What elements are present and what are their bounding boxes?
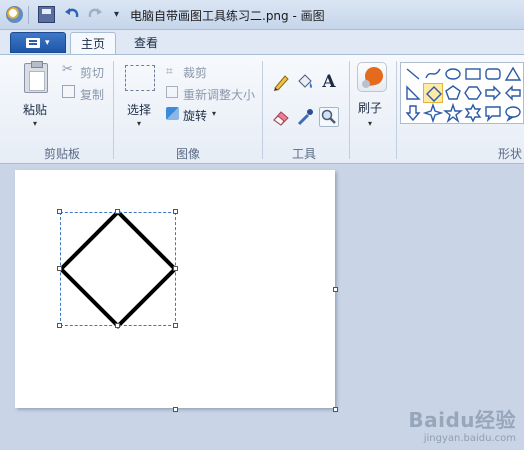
paste-dropdown-icon[interactable]: ▾: [33, 119, 37, 128]
resize-icon: [166, 86, 178, 98]
redo-icon[interactable]: [86, 6, 103, 23]
oval-icon[interactable]: [443, 64, 463, 84]
brushes-dropdown-icon[interactable]: ▾: [368, 119, 372, 128]
right-arrow-icon[interactable]: [483, 83, 503, 103]
select-icon[interactable]: [125, 65, 155, 91]
down-arrow-icon[interactable]: [403, 103, 423, 123]
right-triangle-icon[interactable]: [403, 83, 423, 103]
shape-handle-bottom-right[interactable]: [173, 323, 178, 328]
window-title: 电脑自带画图工具练习二.png - 画图: [130, 9, 325, 23]
callout-icon[interactable]: [483, 103, 503, 123]
four-point-star-icon[interactable]: [422, 102, 444, 124]
line-icon[interactable]: [403, 64, 423, 84]
five-point-star-icon[interactable]: [443, 102, 463, 124]
group-divider: [262, 61, 263, 159]
shape-handle-top-left[interactable]: [57, 209, 62, 214]
file-menu-button[interactable]: ▾: [10, 32, 66, 53]
pentagon-icon[interactable]: [443, 83, 463, 103]
shapes-group-label: 形状: [498, 147, 523, 161]
shapes-gallery: [400, 62, 524, 124]
canvas-resize-handle-bottom[interactable]: [173, 407, 178, 412]
shape-handle-bottom[interactable]: [115, 323, 120, 328]
group-divider: [349, 61, 350, 159]
text-icon[interactable]: A: [319, 72, 339, 92]
watermark-logo: Baidu经验: [408, 408, 516, 432]
clipboard-group-label: 剪贴板: [44, 147, 81, 161]
crop-icon: ⌗: [166, 64, 173, 78]
app-icon[interactable]: [6, 6, 23, 23]
left-arrow-icon[interactable]: [503, 83, 523, 103]
rotate-icon: [166, 107, 179, 120]
tab-home[interactable]: 主页: [70, 32, 116, 55]
eraser-icon[interactable]: [271, 107, 291, 127]
rounded-rect-icon[interactable]: [483, 64, 503, 84]
shape-handle-left[interactable]: [57, 266, 62, 271]
hexagon-icon[interactable]: [463, 83, 483, 103]
diamond-icon[interactable]: [423, 83, 443, 103]
oval-callout-icon[interactable]: [503, 103, 523, 123]
chevron-down-icon: ▾: [45, 38, 50, 48]
title-bar: ▾ 电脑自带画图工具练习二.png - 画图: [0, 0, 524, 30]
brushes-button[interactable]: 刷子: [358, 99, 382, 116]
resize-button[interactable]: 重新调整大小: [183, 86, 255, 103]
fill-icon[interactable]: [295, 72, 315, 92]
shape-handle-top[interactable]: [115, 209, 120, 214]
color-picker-icon[interactable]: [295, 107, 315, 127]
canvas-resize-handle-right[interactable]: [333, 287, 338, 292]
tab-view[interactable]: 查看: [124, 32, 168, 55]
select-button[interactable]: 选择: [127, 101, 151, 118]
rotate-button[interactable]: 旋转: [183, 107, 207, 124]
rectangle-icon[interactable]: [463, 64, 483, 84]
watermark-url: jingyan.baidu.com: [423, 433, 516, 444]
image-group-label: 图像: [176, 147, 201, 161]
save-icon[interactable]: [38, 6, 55, 23]
rotate-dropdown-icon[interactable]: ▾: [212, 109, 216, 118]
cut-icon: ✂: [62, 62, 73, 77]
undo-icon[interactable]: [64, 6, 81, 23]
curve-icon[interactable]: [423, 64, 443, 84]
customize-quick-access-icon[interactable]: ▾: [108, 6, 125, 23]
titlebar-separator: [28, 6, 29, 24]
watermark: Baidu经验 jingyan.baidu.com: [408, 404, 516, 444]
crop-button[interactable]: 裁剪: [183, 64, 207, 81]
menu-icon: [26, 38, 40, 48]
copy-icon: [62, 85, 75, 98]
shape-handle-bottom-left[interactable]: [57, 323, 62, 328]
shape-handle-top-right[interactable]: [173, 209, 178, 214]
magnifier-icon[interactable]: [319, 107, 339, 127]
shape-handle-right[interactable]: [173, 266, 178, 271]
shape-selection-box: [60, 212, 176, 326]
group-divider: [396, 61, 397, 159]
brush-icon[interactable]: [357, 62, 387, 92]
pencil-icon[interactable]: [271, 72, 291, 92]
canvas-resize-handle-corner[interactable]: [333, 407, 338, 412]
tools-group-label: 工具: [292, 147, 317, 161]
ribbon-tabs: ▾ 主页 查看: [0, 30, 524, 55]
paste-button[interactable]: 粘贴: [23, 101, 47, 118]
group-divider: [113, 61, 114, 159]
paste-icon[interactable]: [24, 61, 48, 93]
six-point-star-icon[interactable]: [463, 103, 483, 123]
select-dropdown-icon[interactable]: ▾: [137, 119, 141, 128]
copy-button[interactable]: 复制: [80, 86, 104, 103]
cut-button[interactable]: 剪切: [80, 64, 104, 81]
triangle-icon[interactable]: [503, 64, 523, 84]
